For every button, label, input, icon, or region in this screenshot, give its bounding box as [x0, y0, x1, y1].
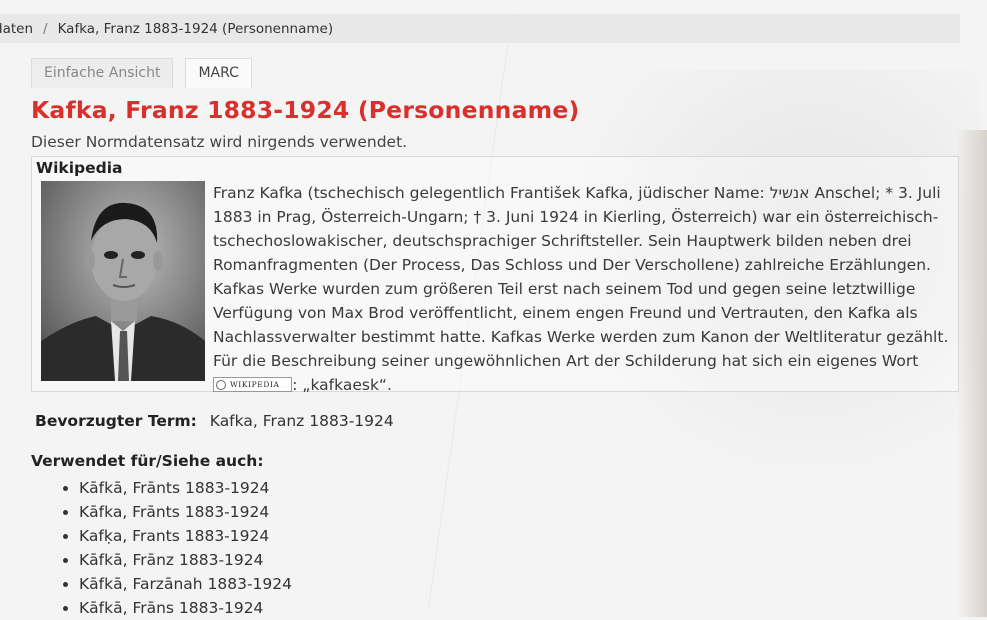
preferred-term-label: Bevorzugter Term: — [35, 412, 197, 430]
list-item: Kafḳa, Frants 1883-1924 — [79, 524, 961, 548]
list-item: Kāfkā, Farzānah 1883-1924 — [79, 572, 961, 596]
view-tabs: Einfache Ansicht MARC — [31, 58, 961, 88]
preferred-term: Bevorzugter Term: Kafka, Franz 1883-1924 — [35, 412, 961, 430]
wikipedia-logo[interactable]: WIKIPEDIA — [213, 377, 292, 392]
breadcrumb-current: Kafka, Franz 1883-1924 (Personenname) — [57, 20, 334, 37]
list-item: Kāfkā, Frāns 1883-1924 — [79, 596, 961, 620]
usage-note: Dieser Normdatensatz wird nirgends verwe… — [31, 133, 408, 151]
breadcrumb-separator: / — [43, 20, 48, 37]
list-item: Kāfkā, Frānz 1883-1924 — [79, 548, 961, 572]
main-content: Einfache Ansicht MARC Kafka, Franz 1883-… — [31, 58, 961, 620]
wikipedia-box: Wikipedia Franz Kafka (tschechisch geleg… — [31, 156, 959, 394]
wikipedia-heading: Wikipedia — [36, 159, 123, 177]
globe-icon — [216, 379, 226, 390]
see-also-heading: Verwendet für/Siehe auch: — [31, 452, 264, 470]
list-item: Kāfkā, Frānts 1883-1924 — [79, 476, 961, 500]
wikipedia-logo-label: WIKIPEDIA — [230, 380, 280, 389]
see-also-list: Kāfkā, Frānts 1883-1924 Kāfka, Frānts 18… — [31, 476, 961, 620]
list-item: Kāfka, Frānts 1883-1924 — [79, 500, 961, 524]
tab-simple-view[interactable]: Einfache Ansicht — [31, 58, 174, 88]
portrait-photo — [41, 181, 205, 381]
wikipedia-extract: Franz Kafka (tschechisch gelegentlich Fr… — [213, 184, 949, 394]
tab-marc[interactable]: MARC — [185, 58, 252, 88]
breadcrumb-parent-link[interactable]: daten — [0, 21, 33, 37]
breadcrumb: daten / Kafka, Franz 1883-1924 (Personen… — [0, 14, 960, 43]
page-title: Kafka, Franz 1883-1924 (Personenname) — [31, 96, 580, 124]
preferred-term-value: Kafka, Franz 1883-1924 — [209, 412, 394, 430]
